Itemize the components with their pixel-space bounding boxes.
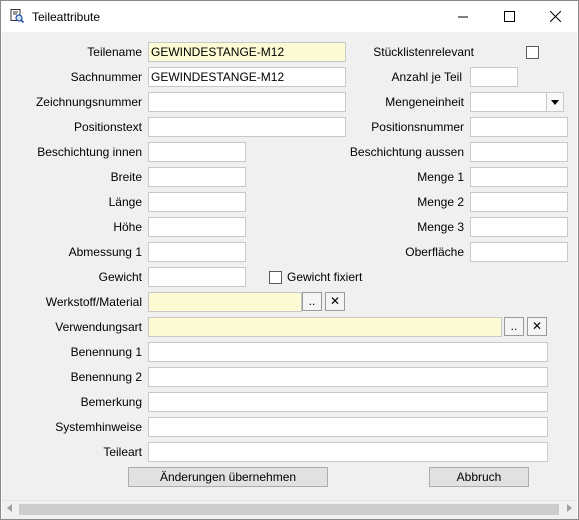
benennung1-label: Benennung 1 (70, 345, 142, 359)
abmessung1-field[interactable] (148, 242, 246, 262)
menge3-label: Menge 3 (417, 220, 464, 234)
oberflaeche-label: Oberfläche (405, 245, 464, 259)
window-title: Teileattribute (32, 10, 101, 24)
beschichtung-aussen-label: Beschichtung aussen (349, 145, 464, 159)
gewicht-field[interactable] (148, 267, 246, 287)
werkstoff-field[interactable] (148, 292, 302, 312)
systemhinweise-field[interactable] (148, 417, 548, 437)
menge1-label: Menge 1 (417, 170, 464, 184)
positionsnummer-field[interactable] (470, 117, 568, 137)
verwendungsart-clear-button[interactable]: ✕ (527, 317, 547, 336)
werkstoff-browse-button[interactable]: .. (302, 292, 322, 311)
apply-changes-button[interactable]: Änderungen übernehmen (128, 467, 328, 487)
benennung1-field[interactable] (148, 342, 548, 362)
scroll-right-icon[interactable] (567, 504, 572, 512)
gewicht-fixiert-label: Gewicht fixiert (287, 270, 363, 284)
menge3-field[interactable] (470, 217, 568, 237)
positionstext-label: Positionstext (73, 120, 142, 134)
close-icon: ✕ (531, 319, 543, 333)
laenge-field[interactable] (148, 192, 246, 212)
close-icon (549, 11, 561, 22)
menge2-field[interactable] (470, 192, 568, 212)
menge2-label: Menge 2 (417, 195, 464, 209)
anzahl-je-teil-label: Anzahl je Teil (391, 70, 463, 84)
sachnummer-label: Sachnummer (70, 70, 142, 84)
menge1-field[interactable] (470, 167, 568, 187)
gewicht-fixiert-checkbox[interactable] (269, 271, 282, 284)
cancel-button[interactable]: Abbruch (429, 467, 529, 487)
benennung2-field[interactable] (148, 367, 548, 387)
stuecklistenrelevant-label: Stücklistenrelevant (373, 45, 474, 59)
maximize-icon (503, 11, 515, 22)
breite-field[interactable] (148, 167, 246, 187)
mengeneinheit-label: Mengeneinheit (385, 95, 464, 109)
oberflaeche-field[interactable] (470, 242, 568, 262)
verwendungsart-field[interactable] (148, 317, 502, 337)
mengeneinheit-dropdown[interactable] (470, 92, 564, 112)
bemerkung-label: Bemerkung (80, 395, 142, 409)
maximize-button[interactable] (486, 1, 532, 32)
beschichtung-innen-field[interactable] (148, 142, 246, 162)
dialog-window: Teileattribute Teilename GEWINDESTANGE-M… (0, 0, 579, 520)
dialog-body: Teilename GEWINDESTANGE-M12 Sachnummer G… (2, 32, 577, 519)
mengeneinheit-value (471, 95, 473, 109)
beschichtung-aussen-field[interactable] (470, 142, 568, 162)
benennung2-label: Benennung 2 (70, 370, 142, 384)
zeichnungsnummer-label: Zeichnungsnummer (35, 95, 142, 109)
close-icon: ✕ (329, 294, 341, 308)
teilename-field[interactable]: GEWINDESTANGE-M12 (148, 42, 346, 62)
hoehe-label: Höhe (113, 220, 142, 234)
search-document-icon (10, 9, 25, 24)
anzahl-je-teil-field[interactable] (470, 67, 518, 87)
breite-label: Breite (110, 170, 142, 184)
laenge-label: Länge (108, 195, 142, 209)
horizontal-scrollbar[interactable] (2, 500, 577, 518)
teileart-label: Teileart (103, 445, 142, 459)
stuecklistenrelevant-checkbox[interactable] (526, 46, 539, 59)
gewicht-label: Gewicht (98, 270, 142, 284)
teileart-field[interactable] (148, 442, 548, 462)
chevron-down-icon[interactable] (546, 93, 563, 111)
verwendungsart-browse-button[interactable]: .. (504, 317, 524, 336)
systemhinweise-label: Systemhinweise (55, 420, 142, 434)
verwendungsart-label: Verwendungsart (55, 320, 142, 334)
minimize-button[interactable] (440, 1, 486, 32)
bemerkung-field[interactable] (148, 392, 548, 412)
abmessung1-label: Abmessung 1 (68, 245, 142, 259)
zeichnungsnummer-field[interactable] (148, 92, 346, 112)
werkstoff-clear-button[interactable]: ✕ (325, 292, 345, 311)
werkstoff-label: Werkstoff/Material (45, 295, 142, 309)
teilename-label: Teilename (87, 45, 142, 59)
title-bar[interactable]: Teileattribute (1, 1, 578, 32)
beschichtung-innen-label: Beschichtung innen (37, 145, 142, 159)
positionsnummer-label: Positionsnummer (371, 120, 464, 134)
hoehe-field[interactable] (148, 217, 246, 237)
scrollbar-thumb[interactable] (19, 504, 559, 515)
minimize-icon (458, 16, 468, 17)
sachnummer-field[interactable]: GEWINDESTANGE-M12 (148, 67, 346, 87)
scroll-left-icon[interactable] (7, 504, 12, 512)
positionstext-field[interactable] (148, 117, 346, 137)
close-button[interactable] (532, 1, 578, 32)
